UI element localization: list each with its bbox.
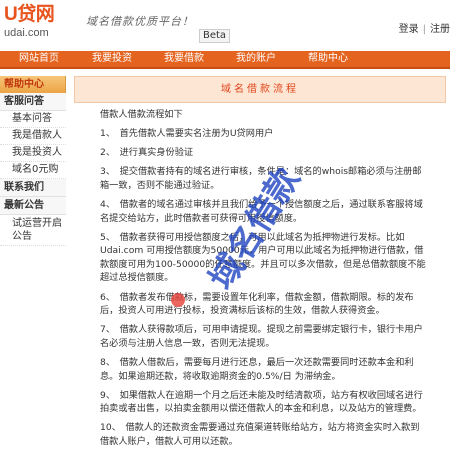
main-nav: 网站首页 我要投资 我要借款 我的账户 帮助中心: [0, 51, 450, 69]
logo-main-text: U贷网: [4, 4, 55, 25]
nav-item-home[interactable]: 网站首页: [19, 51, 59, 67]
sidebar-item-trial-announcement[interactable]: 试运营开启公告: [0, 215, 66, 246]
login-link[interactable]: 登录: [399, 24, 419, 35]
sidebar-item-domain-zero[interactable]: 域名0元购: [0, 162, 66, 179]
sidebar-item-basic-faq[interactable]: 基本问答: [0, 111, 66, 128]
nav-item-help[interactable]: 帮助中心: [308, 51, 348, 67]
process-step: 10、 借款人的还款资金需要通过充值渠道转账给站方，站方将资金实时入款到借款人账…: [100, 422, 420, 447]
process-step: 2、 进行真实身份验证: [100, 147, 194, 159]
help-sidebar: 帮助中心 客服问答 基本问答 我是借款人 我是投资人 域名0元购 联系我们 最新…: [0, 76, 66, 456]
process-step: 9、 如果借款人在逾期一个月之后还未能及时结清款项，站方有权收回域名进行拍卖或者…: [100, 389, 423, 415]
sidebar-section-faq[interactable]: 客服问答: [0, 93, 66, 111]
main-content: 域名借款流程 借款人借款流程如下 1、 首先借款人需要实名注册为U贷网用户 2、…: [74, 76, 446, 466]
process-content: 借款人借款流程如下 1、 首先借款人需要实名注册为U贷网用户 2、 进行真实身份…: [74, 103, 446, 448]
nav-item-invest[interactable]: 我要投资: [92, 51, 132, 67]
logo-sub-text: udai.com: [4, 27, 49, 39]
process-step: 5、 借款者获得可用授信额度之后，可用以此域名为抵押物进行发标。比如Udai.c…: [100, 231, 426, 284]
process-step: 3、 提交借款者持有的域名进行审核，条件是：域名的whois邮箱必须与注册邮箱一…: [100, 166, 422, 191]
page-title: 域名借款流程: [74, 76, 446, 103]
top-links: 登录 | 注册: [399, 20, 450, 35]
nav-item-borrow[interactable]: 我要借款: [164, 51, 204, 67]
register-link[interactable]: 注册: [430, 24, 450, 35]
top-links-separator: |: [422, 24, 426, 35]
process-step: 6、 借款者发布借款标，需要设置年化利率，借款金额，借款期限。标的发布后，投资人…: [100, 291, 414, 317]
header: U贷网 udai.com 域名借款优质平台！ Beta 登录 | 注册: [0, 0, 450, 50]
beta-badge: Beta: [199, 29, 231, 43]
nav-item-account[interactable]: 我的账户: [236, 51, 276, 67]
process-step: 1、 首先借款人需要实名注册为U贷网用户: [100, 128, 274, 140]
site-logo[interactable]: U贷网 udai.com: [4, 4, 74, 44]
sidebar-item-investor[interactable]: 我是投资人: [0, 145, 66, 162]
sidebar-item-borrower[interactable]: 我是借款人: [0, 128, 66, 145]
process-step: 7、 借款人获得款项后，可用申请提现。提现之前需要绑定银行卡，银行卡用户名必须与…: [100, 324, 423, 349]
process-step: 4、 借款者的域名通过审核并且我们给予一个授信额度之后，通过联系客服将域名提交给…: [100, 198, 423, 224]
sidebar-title: 帮助中心: [0, 76, 66, 93]
sidebar-section-announcements[interactable]: 最新公告: [0, 197, 66, 215]
sidebar-section-contact[interactable]: 联系我们: [0, 179, 66, 197]
process-intro: 借款人借款流程如下: [100, 109, 183, 120]
site-slogan: 域名借款优质平台！: [86, 15, 194, 28]
process-step: 8、 借款人借款后，需要每月进行还息，最后一次还款需要同时还款本金和利息。如果逾…: [100, 356, 414, 382]
